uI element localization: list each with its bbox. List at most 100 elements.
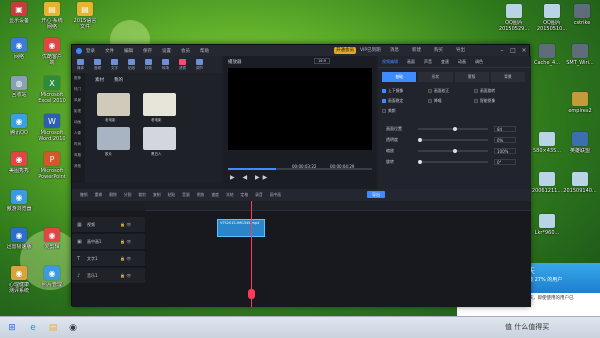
titlebar-action[interactable]: 消息 (390, 45, 399, 56)
checkbox[interactable]: 美颜 (382, 108, 396, 114)
timeline-tool[interactable]: 粘贴 (168, 192, 176, 198)
library-category[interactable]: 热门 (72, 84, 85, 95)
library-tab[interactable]: 素材 (95, 77, 104, 83)
tool-7[interactable]: 调节 (191, 56, 208, 73)
sub-tab[interactable]: 基础 (382, 72, 417, 82)
library-category[interactable]: 动画 (72, 117, 85, 128)
desktop-icon[interactable]: empires2 (563, 92, 597, 114)
tool-3[interactable]: 贴纸 (123, 56, 140, 73)
timeline-tool[interactable]: 音量 (182, 192, 190, 198)
desktop-icon[interactable]: ◉ 迅雷极速版 (2, 228, 36, 250)
titlebar-action[interactable]: 购买 (434, 45, 443, 56)
library-category[interactable]: 风格 (72, 150, 85, 161)
checkbox[interactable]: 画面旋转 (474, 88, 495, 94)
checkbox[interactable]: 画面稳定 (382, 98, 403, 104)
desktop-icon[interactable]: X Microsoft Excel 2010 (35, 76, 69, 104)
library-category[interactable]: 人像 (72, 128, 85, 139)
desktop-icon[interactable]: W Microsoft Word 2010 (35, 114, 69, 142)
desktop-icon[interactable]: ◉ 照片管理 (35, 266, 69, 288)
desktop-icon[interactable]: ◉ 心理健康 测评系统 (2, 266, 36, 294)
props-tab[interactable]: 调色 (475, 59, 483, 65)
desktop-icon[interactable]: Lkr*960... (530, 214, 564, 236)
library-category[interactable]: 影视 (72, 106, 85, 117)
props-tab[interactable]: 视频编辑 (382, 59, 398, 65)
desktop-icon[interactable]: ▤ 开心·系统 网络 (35, 2, 69, 30)
slider-value[interactable]: 100% (494, 148, 516, 154)
aspect-ratio-select[interactable]: 16:9 (314, 58, 330, 64)
timeline-tool[interactable]: 重做 (95, 192, 103, 198)
export-button[interactable]: 导出 (367, 191, 385, 198)
props-tab[interactable]: 画面 (407, 59, 415, 65)
checkbox[interactable]: 画面校正 (428, 88, 449, 94)
sub-tab[interactable]: 蒙版 (454, 72, 489, 82)
library-tab[interactable]: 我的 (114, 77, 123, 83)
ie-icon[interactable]: e (24, 320, 42, 336)
effect-thumbnail[interactable] (97, 93, 130, 116)
playback-controls[interactable]: ▶ ◀ ▶▶ (230, 174, 270, 181)
desktop-icon[interactable]: ▤ 2015语言 文件 (68, 2, 102, 30)
desktop-icon[interactable]: ▣ 显示设备 (2, 2, 36, 24)
slider-value[interactable]: 0% (494, 137, 516, 143)
tool-0[interactable]: 媒体 (72, 56, 89, 73)
timeline-tool[interactable]: 定格 (241, 192, 249, 198)
tool-5[interactable]: 转场 (157, 56, 174, 73)
track-header[interactable]: ▣ 画中画1 🔒 👁 (72, 234, 145, 250)
timeline-tool[interactable]: 速度 (211, 192, 219, 198)
library-category[interactable]: 风景 (72, 95, 85, 106)
sub-tab[interactable]: 背景 (490, 72, 525, 82)
timeline-tool[interactable]: 复制 (153, 192, 161, 198)
titlebar-action[interactable]: 新建 (412, 45, 421, 56)
lock-eye-icon[interactable]: 🔒 👁 (120, 239, 131, 244)
props-tab[interactable]: 动画 (458, 59, 466, 65)
library-category[interactable]: 其他 (72, 161, 85, 172)
desktop-icon[interactable]: SMT_Wiri... (563, 44, 597, 66)
app-icon[interactable]: ◉ (64, 320, 82, 336)
tool-2[interactable]: 文字 (106, 56, 123, 73)
menu-item[interactable]: 文件 (105, 48, 114, 54)
playhead-handle[interactable] (248, 289, 255, 299)
menu-item[interactable]: 编辑 (124, 48, 133, 54)
preview-screen[interactable] (228, 68, 372, 150)
desktop-icon[interactable]: 580×435... (530, 132, 564, 154)
slider[interactable] (418, 127, 488, 131)
desktop-icon[interactable]: ◉ 美图秀秀 (2, 152, 36, 174)
slider[interactable] (418, 160, 488, 164)
start-icon[interactable]: ⊞ (3, 320, 21, 336)
desktop-icon[interactable]: QQ图片 20150529... (497, 4, 531, 32)
desktop-icon[interactable]: ◍ 回收站 (2, 76, 36, 98)
titlebar-action[interactable]: 导出 (456, 45, 465, 56)
desktop-icon[interactable]: Cache_4... (530, 44, 564, 66)
library-category[interactable]: 时尚 (72, 139, 85, 150)
slider-value[interactable]: 0° (494, 159, 516, 165)
slider[interactable] (418, 138, 488, 142)
lock-eye-icon[interactable]: 🔒 👁 (120, 256, 131, 261)
track-header[interactable]: ▦ 视频 🔒 👁 (72, 217, 145, 233)
menu-item[interactable]: 登录 (86, 48, 95, 54)
desktop-icon[interactable]: ◉ 腾讯QQ (2, 114, 36, 136)
sub-tab[interactable]: 形状 (418, 72, 453, 82)
tool-4[interactable]: 特效 (140, 56, 157, 73)
desktop-icon[interactable]: QQ图片 20150510... (535, 4, 569, 32)
video-clip[interactable]: VTS2015-IMG345.mp4 (217, 219, 265, 237)
slider[interactable] (418, 149, 488, 153)
timeline-tool[interactable]: 录音 (255, 192, 263, 198)
props-tab[interactable]: 变速 (441, 59, 449, 65)
tool-1[interactable]: 音频 (89, 56, 106, 73)
menu-item[interactable]: 帮助 (200, 48, 209, 54)
timeline-tool[interactable]: 分割 (124, 192, 132, 198)
lock-eye-icon[interactable]: 🔒 👁 (120, 222, 131, 227)
ad-popup[interactable]: 天 微 27% 的用户 (525, 263, 600, 293)
tool-6[interactable]: 滤镜 (174, 56, 191, 73)
desktop-icon[interactable]: ◉ 网络 (2, 38, 36, 60)
minimize-icon[interactable]: – (497, 45, 507, 56)
desktop-icon[interactable]: ◉ 傲游浏览器 (2, 190, 36, 212)
effect-thumbnail[interactable] (143, 127, 176, 150)
checkbox[interactable]: 智能抠像 (474, 98, 495, 104)
menu-item[interactable]: 会员 (181, 48, 190, 54)
desktop-icon[interactable]: ◉ 爱剪辑 (35, 228, 69, 250)
library-category[interactable]: 推荐 (72, 73, 85, 84)
menu-item[interactable]: 设置 (162, 48, 171, 54)
timeline-tool[interactable]: 撤销 (80, 192, 88, 198)
maximize-icon[interactable]: □ (508, 45, 518, 56)
vip-button[interactable]: 开通会员 (334, 47, 356, 54)
